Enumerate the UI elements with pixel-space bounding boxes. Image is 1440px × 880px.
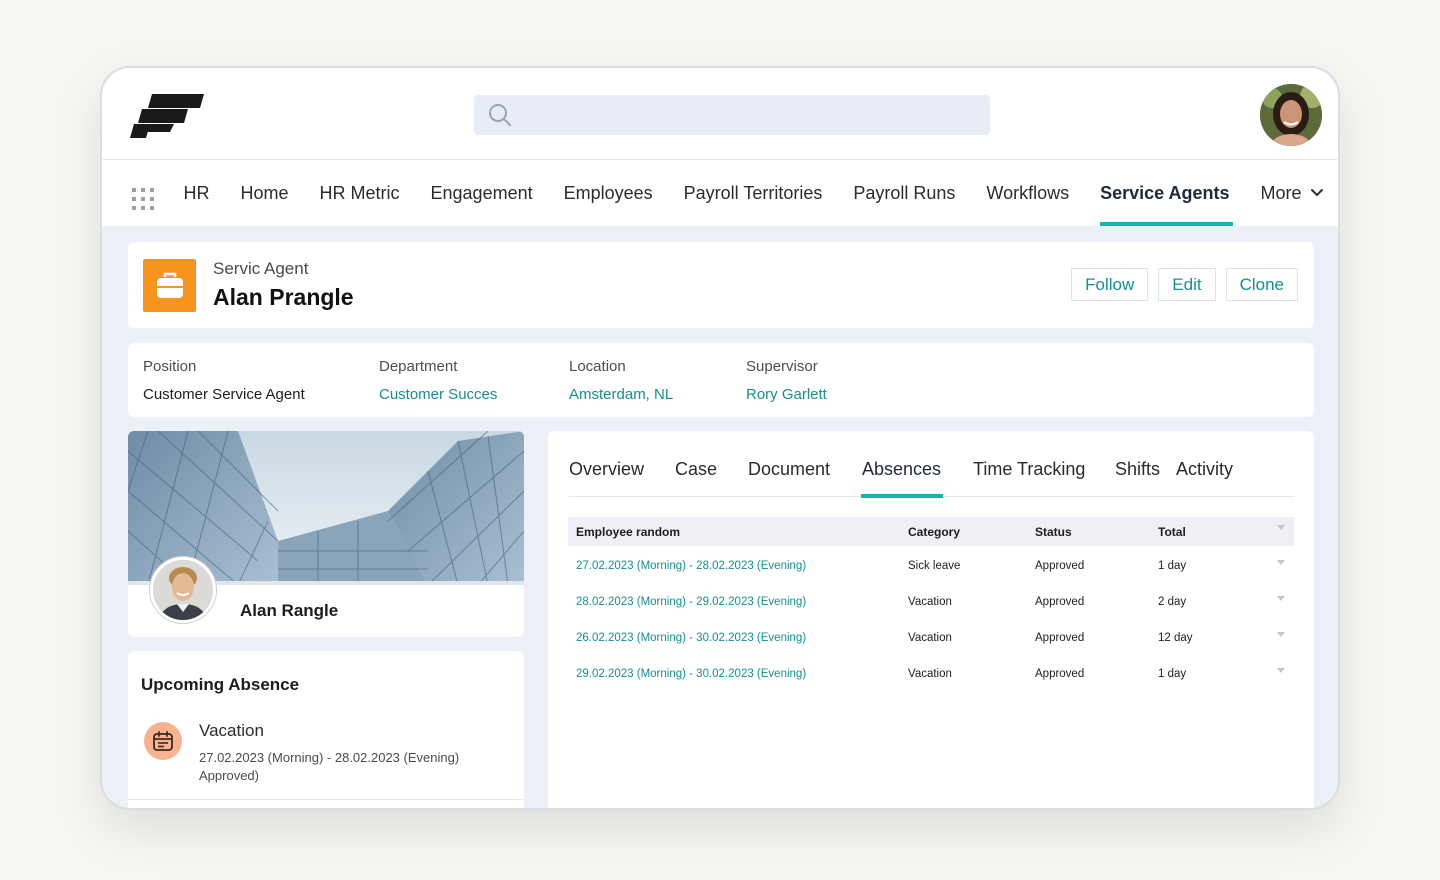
detail-supervisor: Supervisor Rory Garlett — [746, 358, 827, 403]
status-cell: Approved — [1035, 668, 1085, 680]
nav-item-home[interactable]: Home — [225, 160, 304, 226]
record-title: Alan Prangle — [213, 284, 354, 310]
upcoming-absence-card: Upcoming Absence Vacation 27.02.2023 (Mo… — [128, 651, 524, 808]
profile-name: Alan Rangle — [240, 601, 339, 620]
follow-button[interactable]: Follow — [1071, 268, 1149, 301]
nav-item-employees[interactable]: Employees — [548, 160, 668, 226]
row-actions-caret-icon[interactable] — [1277, 560, 1285, 565]
tab-overview[interactable]: Overview — [569, 459, 644, 480]
absence-range-link[interactable]: 29.02.2023 (Morning) - 30.02.2023 (Eveni… — [576, 668, 806, 680]
absence-date-range: 27.02.2023 (Morning) - 28.02.2023 (Eveni… — [199, 750, 460, 765]
record-header: Servic Agent Alan Prangle Follow Edit Cl… — [128, 242, 1314, 328]
nav-item-workflows[interactable]: Workflows — [971, 160, 1085, 226]
upcoming-absence-title: Upcoming Absence — [141, 675, 300, 694]
row-actions-caret-icon[interactable] — [1277, 596, 1285, 601]
location-link[interactable]: Amsterdam, NL — [569, 386, 673, 403]
tab-shifts[interactable]: Shifts — [1115, 459, 1160, 480]
absence-range-link[interactable]: 28.02.2023 (Morning) - 29.02.2023 (Eveni… — [576, 596, 806, 608]
detail-location: Location Amsterdam, NL — [569, 358, 673, 403]
absence-status: Approved) — [199, 768, 259, 783]
department-link[interactable]: Customer Succes — [379, 386, 497, 403]
nav-item-hr[interactable]: HR — [168, 160, 225, 226]
record-tabs-card: Overview Case Document Absences Time Tra… — [548, 431, 1314, 808]
table-row: 26.02.2023 (Morning) - 30.02.2023 (Eveni… — [568, 618, 1294, 654]
profile-card: Alan Rangle — [128, 431, 524, 637]
table-row: 27.02.2023 (Morning) - 28.02.2023 (Eveni… — [568, 546, 1294, 582]
total-cell: 2 day — [1158, 596, 1187, 608]
search-input[interactable] — [474, 95, 990, 135]
tab-document[interactable]: Document — [748, 459, 830, 480]
row-actions-caret-icon[interactable] — [1277, 668, 1285, 673]
row-actions-caret-icon[interactable] — [1277, 632, 1285, 637]
total-cell: 1 day — [1158, 560, 1187, 572]
main-nav: HR Home HR Metric Engagement Employees P… — [102, 160, 1338, 226]
calendar-icon — [144, 722, 182, 760]
nav-item-engagement[interactable]: Engagement — [415, 160, 548, 226]
category-cell: Vacation — [908, 596, 952, 608]
nav-item-service-agents[interactable]: Service Agents — [1085, 160, 1245, 226]
nav-items: HR Home HR Metric Engagement Employees P… — [168, 160, 1338, 226]
edit-button[interactable]: Edit — [1158, 268, 1216, 301]
total-cell: 12 day — [1158, 632, 1193, 644]
user-avatar[interactable] — [1260, 84, 1322, 146]
divider — [128, 799, 524, 800]
status-cell: Approved — [1035, 596, 1085, 608]
nav-more-label: More — [1260, 183, 1302, 203]
nav-item-hr-metric[interactable]: HR Metric — [304, 160, 415, 226]
detail-label: Position — [143, 358, 197, 375]
column-header-employee[interactable]: Employee random — [576, 525, 680, 539]
briefcase-icon — [143, 259, 196, 312]
absence-range-link[interactable]: 27.02.2023 (Morning) - 28.02.2023 (Eveni… — [576, 560, 806, 572]
detail-value: Customer Service Agent — [143, 386, 305, 403]
category-cell: Vacation — [908, 668, 952, 680]
nav-more-menu[interactable]: More — [1245, 160, 1338, 226]
category-cell: Vacation — [908, 632, 952, 644]
tab-case[interactable]: Case — [675, 459, 717, 480]
column-header-status[interactable]: Status — [1035, 525, 1072, 539]
nav-item-payroll-territories[interactable]: Payroll Territories — [668, 160, 838, 226]
brand-logo-icon[interactable] — [130, 94, 204, 138]
category-cell: Sick leave — [908, 560, 961, 572]
status-cell: Approved — [1035, 560, 1085, 572]
detail-position: Position Customer Service Agent — [143, 358, 305, 403]
absence-type: Vacation — [199, 721, 264, 740]
search-icon — [489, 104, 511, 126]
total-cell: 1 day — [1158, 668, 1187, 680]
record-actions: Follow Edit Clone — [1071, 268, 1298, 301]
column-header-total[interactable]: Total — [1158, 525, 1186, 539]
table-row: 28.02.2023 (Morning) - 29.02.2023 (Eveni… — [568, 582, 1294, 618]
table-row: 29.02.2023 (Morning) - 30.02.2023 (Eveni… — [568, 654, 1294, 690]
tab-absences[interactable]: Absences — [862, 459, 941, 480]
chevron-down-icon — [1310, 189, 1323, 197]
caret-down-icon[interactable] — [1277, 525, 1285, 530]
record-object-label: Servic Agent — [213, 259, 309, 278]
app-launcher-grid-icon[interactable] — [132, 188, 154, 210]
tab-activity[interactable]: Activity — [1176, 459, 1233, 480]
detail-label: Department — [379, 358, 458, 375]
nav-item-payroll-runs[interactable]: Payroll Runs — [838, 160, 971, 226]
detail-label: Supervisor — [746, 358, 818, 375]
absences-table: Employee random Category Status Total 27… — [568, 517, 1294, 690]
active-tab-indicator — [861, 494, 943, 498]
supervisor-link[interactable]: Rory Garlett — [746, 386, 827, 403]
top-bar — [102, 68, 1338, 160]
app-window: HR Home HR Metric Engagement Employees P… — [100, 66, 1340, 810]
detail-department: Department Customer Succes — [379, 358, 497, 403]
absence-range-link[interactable]: 26.02.2023 (Morning) - 30.02.2023 (Eveni… — [576, 632, 806, 644]
clone-button[interactable]: Clone — [1225, 268, 1298, 301]
table-header: Employee random Category Status Total — [568, 517, 1294, 546]
record-details: Position Customer Service Agent Departme… — [128, 343, 1314, 417]
tab-time-tracking[interactable]: Time Tracking — [973, 459, 1085, 480]
detail-label: Location — [569, 358, 626, 375]
record-tabs: Overview Case Document Absences Time Tra… — [569, 445, 1294, 498]
status-cell: Approved — [1035, 632, 1085, 644]
column-header-category[interactable]: Category — [908, 525, 960, 539]
profile-avatar[interactable] — [150, 557, 216, 623]
